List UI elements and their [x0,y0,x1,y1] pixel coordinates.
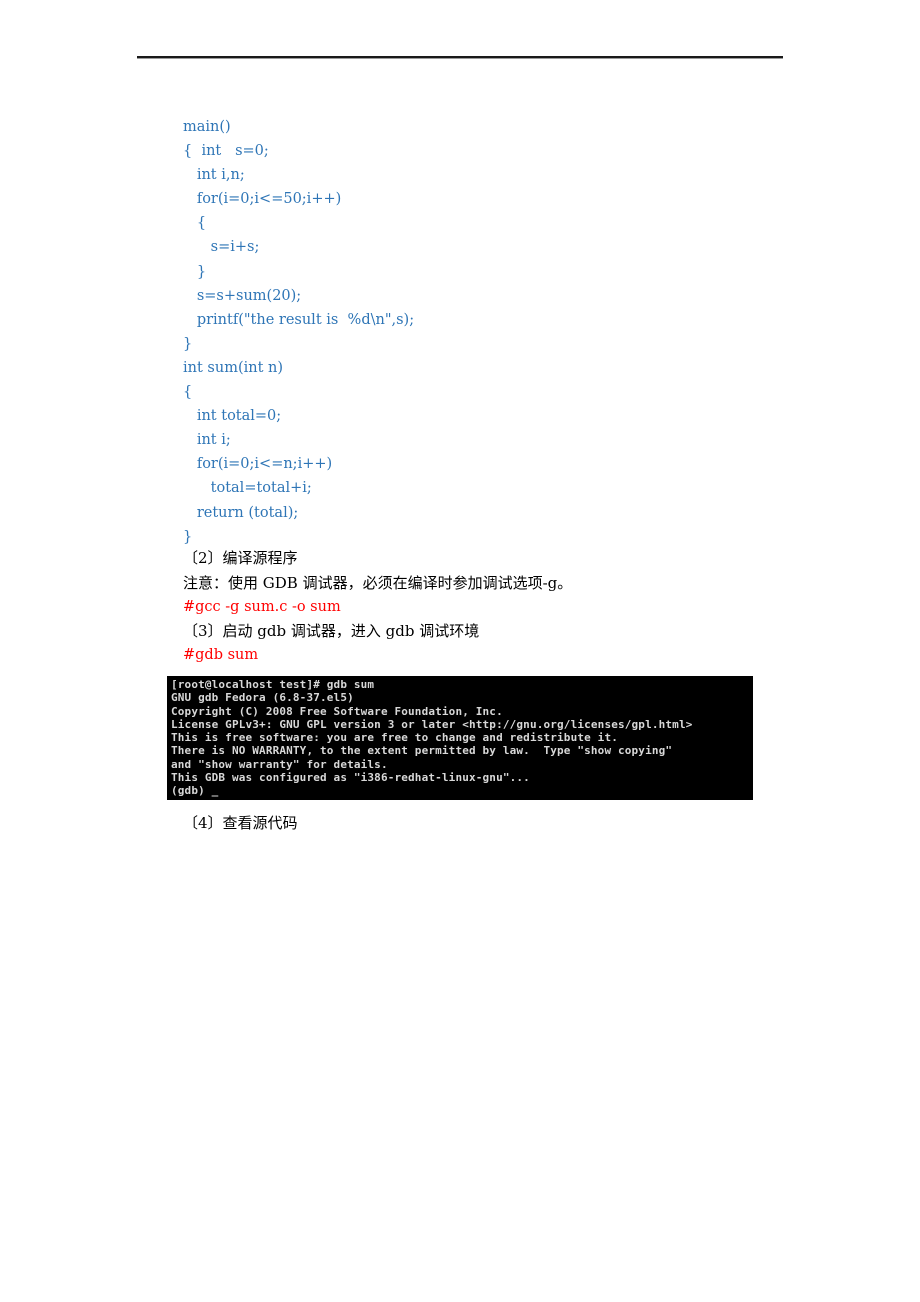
step2-note: 注意：使用 GDB 调试器，必须在编译时参加调试选项-g。 [183,574,573,592]
code-block: main() { int s=0; int i,n; for(i=0;i<=50… [183,115,414,549]
terminal-line: This GDB was configured as "i386-redhat-… [171,771,530,785]
terminal-line: GNU gdb Fedora (6.8-37.el5) [171,691,354,705]
step3-heading: 〔3〕启动 gdb 调试器，进入 gdb 调试环境 [183,622,480,640]
terminal-prompt: (gdb) _ [171,784,219,798]
terminal-line: There is NO WARRANTY, to the extent perm… [171,744,673,758]
step2-command: #gcc -g sum.c -o sum [183,599,341,615]
code-line: printf("the result is %d\n",s); [183,311,415,328]
code-line: int sum(int n) [183,359,284,376]
code-line: { [183,384,193,401]
terminal-screenshot: [root@localhost test]# gdb sum GNU gdb F… [167,676,753,800]
code-line: } [183,335,193,352]
code-line: main() [183,119,231,135]
code-line: return (total); [183,504,299,521]
step4-heading: 〔4〕查看源代码 [183,814,298,832]
terminal-line: Copyright (C) 2008 Free Software Foundat… [171,704,503,718]
code-line: { [183,215,207,232]
terminal-line: This is free software: you are free to c… [171,731,618,745]
terminal-line: [root@localhost test]# gdb sum [171,678,375,691]
step3-command: #gdb sum [183,647,259,663]
code-line: s=i+s; [183,239,260,256]
code-line: int i,n; [183,167,245,184]
code-line: } [183,528,193,545]
terminal-line: and "show warranty" for details. [171,757,388,771]
code-line: } [183,263,207,280]
code-line: total=total+i; [183,480,312,497]
code-line: int i; [183,432,231,449]
header-rule [137,56,783,59]
code-line: int total=0; [183,408,282,425]
code-line: for(i=0;i<=n;i++) [183,456,333,473]
step2-heading: 〔2〕编译源程序 [183,549,298,567]
code-line: s=s+sum(20); [183,287,302,304]
terminal-line: License GPLv3+: GNU GPL version 3 or lat… [171,717,693,731]
code-line: for(i=0;i<=50;i++) [183,191,342,208]
code-line: { int s=0; [183,143,269,160]
